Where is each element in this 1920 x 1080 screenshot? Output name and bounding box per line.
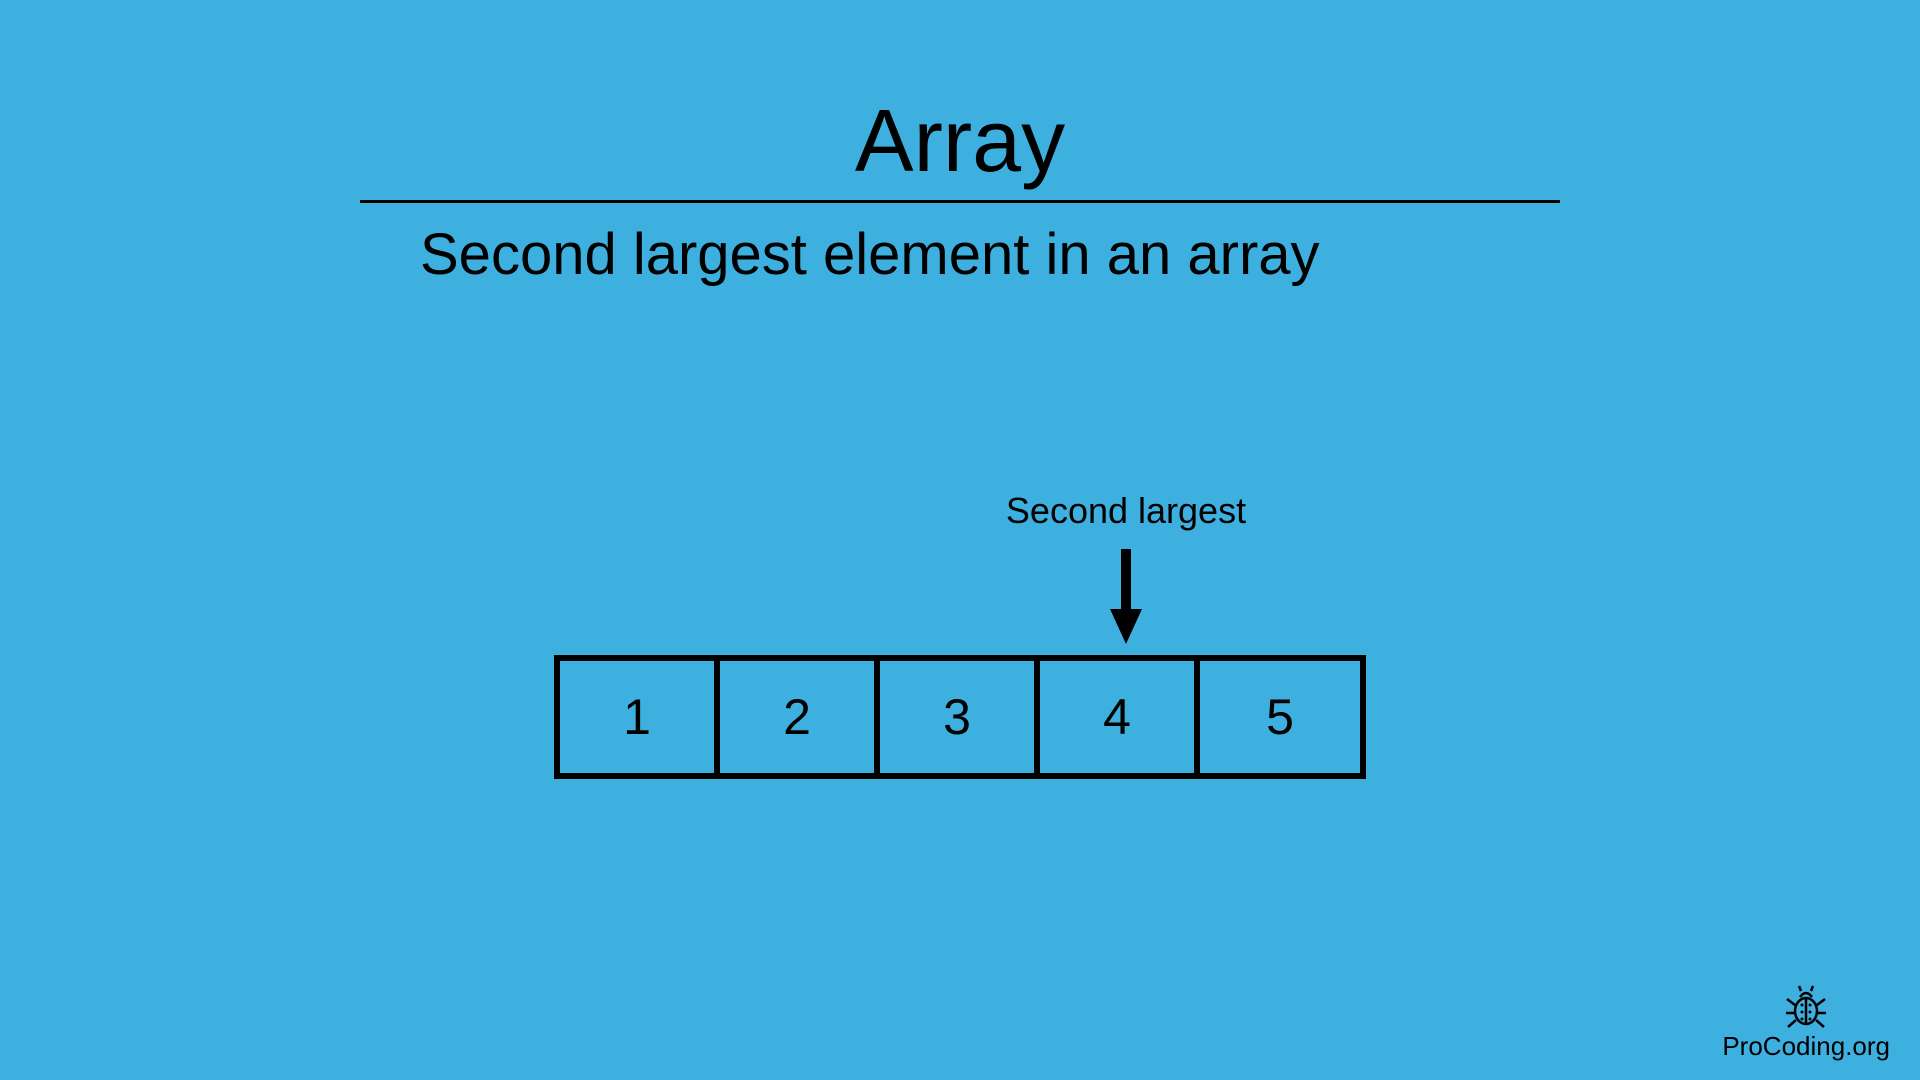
array-cell: 3 bbox=[880, 661, 1040, 773]
array-cell: 2 bbox=[720, 661, 880, 773]
title-block: Array Second largest element in an array bbox=[360, 90, 1560, 288]
bug-icon bbox=[1784, 985, 1828, 1029]
pointer-label: Second largest bbox=[996, 490, 1256, 532]
main-title: Array bbox=[360, 90, 1560, 192]
title-divider bbox=[360, 200, 1560, 203]
brand-logo: ProCoding.org bbox=[1722, 985, 1890, 1062]
array-cell: 4 bbox=[1040, 661, 1200, 773]
array-cell: 5 bbox=[1200, 661, 1360, 773]
arrow-down-icon bbox=[1106, 544, 1146, 649]
subtitle: Second largest element in an array bbox=[360, 221, 1560, 288]
array-container: 12345 bbox=[554, 655, 1366, 779]
array-cell: 1 bbox=[560, 661, 720, 773]
brand-text: ProCoding.org bbox=[1722, 1031, 1890, 1061]
